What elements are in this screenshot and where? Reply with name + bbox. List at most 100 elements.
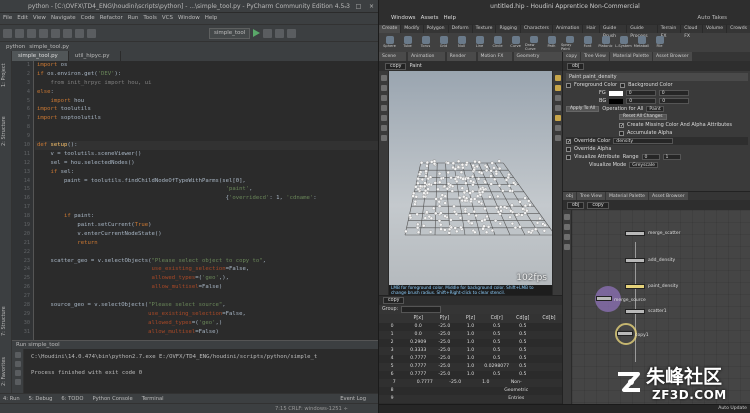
node-paint-density[interactable]: [625, 284, 645, 289]
scroll-end-icon[interactable]: [14, 370, 21, 376]
menu-help[interactable]: Help: [443, 13, 456, 24]
visualize-checkbox[interactable]: [566, 154, 571, 160]
shelf-tab[interactable]: Texture: [473, 25, 497, 33]
spreadsheet-column[interactable]: Cd[r]: [484, 314, 510, 323]
spreadsheet-column[interactable]: Cd[g]: [510, 314, 536, 323]
shading-icon[interactable]: [554, 85, 561, 91]
menu-refactor[interactable]: Refactor: [100, 13, 123, 24]
run-config-select[interactable]: simple_tool: [209, 27, 251, 39]
shelf-tool[interactable]: Sphere: [381, 35, 398, 51]
shelf-tool[interactable]: Platonic: [597, 35, 614, 51]
settings-icon[interactable]: [275, 28, 285, 38]
net-select-icon[interactable]: [564, 214, 570, 220]
menu-edit[interactable]: Edit: [17, 13, 28, 24]
create-missing-checkbox[interactable]: ✓: [619, 122, 624, 128]
params-path[interactable]: obj: [567, 62, 585, 70]
shelf-tab[interactable]: Volume: [703, 25, 728, 33]
points-icon[interactable]: [554, 105, 561, 111]
params-tab[interactable]: Asset Browser: [652, 52, 692, 61]
shelf-tab[interactable]: Polygon: [424, 25, 449, 33]
net-note-icon[interactable]: [564, 234, 570, 240]
menu-window[interactable]: Window: [178, 13, 200, 24]
shelf-tool[interactable]: Path: [543, 35, 560, 51]
pane-tab[interactable]: Animation Editor: [408, 52, 445, 68]
shelf-tab[interactable]: Characters: [521, 25, 553, 33]
sync-icon[interactable]: [27, 28, 36, 38]
spreadsheet-column[interactable]: P[z]: [457, 314, 483, 323]
open-icon[interactable]: [3, 28, 12, 38]
redo-icon[interactable]: [51, 28, 60, 38]
bg-value[interactable]: 0: [626, 98, 657, 104]
display-icon[interactable]: [554, 75, 561, 81]
apply-to-all-button[interactable]: Apply To All: [566, 106, 600, 112]
spreadsheet-row[interactable]: 9: [379, 395, 562, 403]
spreadsheet-row[interactable]: 1 0.0 -25.0 1.0 0.5 0.5: [379, 331, 562, 339]
shelf-tab[interactable]: Create: [379, 25, 402, 33]
tool-terminal[interactable]: Terminal: [142, 394, 164, 403]
rotate-icon[interactable]: [380, 95, 387, 101]
spreadsheet-column[interactable]: P[x]: [405, 314, 431, 323]
menu-vcs[interactable]: VCS: [162, 13, 173, 24]
network-tab[interactable]: obj: [563, 192, 577, 200]
network-tab[interactable]: Tree View: [577, 192, 605, 200]
camera-icon[interactable]: [554, 125, 561, 131]
shelf-tab[interactable]: Cloud FX: [681, 25, 704, 39]
run-icon[interactable]: [253, 29, 261, 37]
override-alpha-checkbox[interactable]: [566, 146, 571, 152]
network-tab[interactable]: Material Palette: [605, 192, 648, 200]
undo-icon[interactable]: [39, 28, 48, 38]
code-editor[interactable]: import os if os.environ.get('DEV'): from …: [35, 61, 378, 340]
override-color-checkbox[interactable]: ✓: [566, 138, 571, 144]
bg-swatch[interactable]: [609, 98, 624, 104]
rerun-icon[interactable]: [14, 352, 21, 358]
cut-icon[interactable]: [63, 28, 72, 38]
node-scatter1[interactable]: [625, 309, 645, 314]
viz-mode-select[interactable]: Greyscale: [629, 162, 658, 168]
close-icon[interactable]: ×: [365, 0, 378, 13]
fg-value[interactable]: 0: [625, 90, 656, 96]
scale-icon[interactable]: [380, 105, 387, 111]
wireframe-icon[interactable]: [554, 95, 561, 101]
shelf-tool[interactable]: Circle: [489, 35, 506, 51]
menu-navigate[interactable]: Navigate: [51, 13, 76, 24]
bg-value-2[interactable]: 0: [659, 98, 690, 104]
shelf-tool[interactable]: File: [651, 35, 668, 51]
event-log[interactable]: Event Log: [340, 394, 378, 403]
shelf-tab[interactable]: Guide Brush: [600, 25, 628, 39]
tab-util-hipyc[interactable]: util_hipyc.py: [69, 51, 121, 61]
shelf-tool[interactable]: Tube: [399, 35, 416, 51]
fg-radio[interactable]: [566, 82, 571, 88]
shelf-tab[interactable]: Guide Process: [627, 25, 658, 39]
group-field[interactable]: [401, 306, 442, 313]
pane-tab[interactable]: Motion FX View: [477, 52, 512, 68]
handle-icon[interactable]: [380, 115, 387, 121]
viewport-path[interactable]: copy: [385, 62, 407, 70]
shelf-tool[interactable]: Font: [579, 35, 596, 51]
shelf-tool[interactable]: Grid: [435, 35, 452, 51]
copy-icon[interactable]: [75, 28, 84, 38]
spreadsheet-row[interactable]: 2 0.2909 -25.0 1.0 0.5 0.5: [379, 339, 562, 347]
view-icon[interactable]: [380, 135, 387, 141]
pane-tab[interactable]: Scene View: [379, 52, 406, 68]
net-layout-icon[interactable]: [564, 224, 570, 230]
tool-window-favorites[interactable]: 2: Favorites: [1, 351, 11, 391]
override-color-field[interactable]: density: [613, 138, 674, 144]
shelf-tool[interactable]: Line: [471, 35, 488, 51]
shelf-tab[interactable]: Hair: [583, 25, 600, 33]
spreadsheet-path[interactable]: copy: [383, 297, 405, 304]
spreadsheet-row[interactable]: 3 0.3333 -25.0 1.0 0.5 0.5: [379, 347, 562, 355]
breadcrumb-item[interactable]: python: [6, 42, 25, 51]
params-tab[interactable]: Tree View: [580, 52, 609, 61]
net-grid-icon[interactable]: [564, 244, 570, 250]
shelf-tool[interactable]: Curve: [507, 35, 524, 51]
tool-window-project[interactable]: 1: Project: [1, 55, 11, 95]
tab-simple-tool[interactable]: simple_tool.py: [12, 51, 69, 61]
paste-icon[interactable]: [87, 28, 96, 38]
range-min[interactable]: 0: [641, 154, 660, 160]
shelf-tool[interactable]: Null: [453, 35, 470, 51]
tool-window-structure[interactable]: 2: Structure: [1, 111, 11, 151]
spreadsheet-row[interactable]: 5 0.7777 -25.0 1.0 0.0298077 0.5: [379, 363, 562, 371]
breadcrumb-item[interactable]: simple_tool.py: [29, 42, 69, 51]
spreadsheet-row[interactable]: 6 0.7777 -25.0 1.0 0.5 0.5: [379, 371, 562, 379]
params-tab[interactable]: copy: [563, 52, 580, 61]
